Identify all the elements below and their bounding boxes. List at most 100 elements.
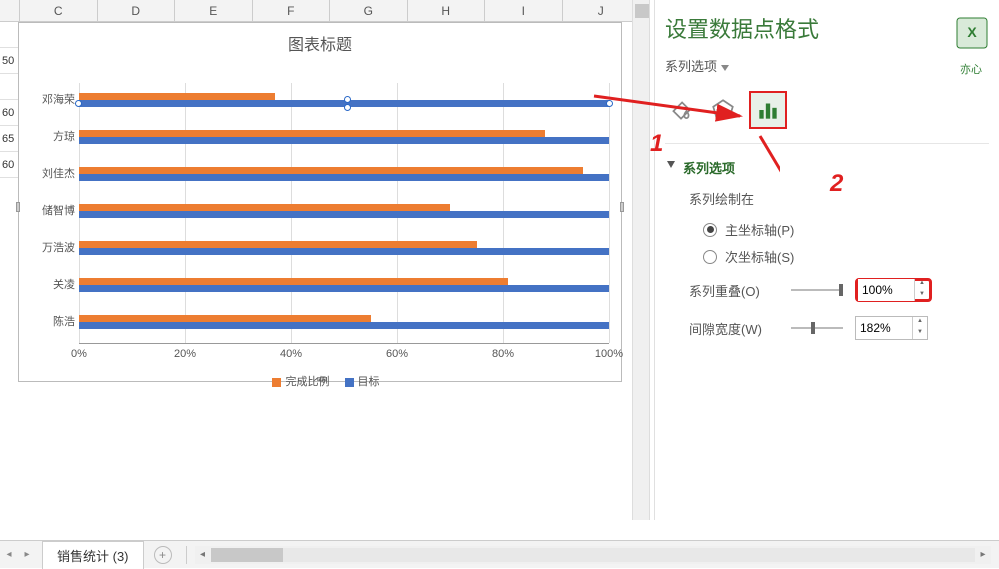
divider (665, 143, 989, 144)
gap-field[interactable] (856, 317, 912, 339)
col-hdr[interactable]: J (563, 0, 641, 21)
category-label: 储智博 (21, 202, 75, 218)
svg-text:X: X (967, 24, 977, 40)
scrollbar-thumb[interactable] (635, 4, 649, 18)
col-hdr[interactable]: C (20, 0, 98, 21)
effects-tab[interactable] (707, 94, 739, 126)
series-options-section[interactable]: 系列选项 (655, 154, 999, 187)
panel-title: 设置数据点格式 (655, 0, 999, 50)
bar-series1[interactable] (79, 278, 508, 285)
x-tick: 40% (280, 348, 302, 360)
bar-series1[interactable] (79, 315, 371, 322)
col-hdr-blank (0, 0, 20, 21)
cell[interactable] (0, 22, 18, 48)
bar-series2[interactable] (79, 322, 609, 329)
bar-series1[interactable] (79, 93, 275, 100)
chart-legend[interactable]: 完成比例 目标 (19, 373, 621, 389)
scrollbar-track[interactable] (211, 548, 975, 562)
overlap-input[interactable]: ▲ ▼ (855, 278, 932, 302)
gap-input[interactable]: ▲ ▼ (855, 316, 928, 340)
bar-series1[interactable] (79, 241, 477, 248)
chart-title[interactable]: 图表标题 (19, 23, 621, 63)
embedded-chart[interactable]: 图表标题 邓海荣 方琼 刘佳杰 储智博 (18, 22, 622, 382)
col-hdr[interactable]: I (485, 0, 563, 21)
col-hdr[interactable]: G (330, 0, 408, 21)
divider (186, 546, 187, 564)
radio-label: 主坐标轴(P) (725, 220, 794, 239)
overlap-slider[interactable] (791, 289, 843, 291)
gap-slider[interactable] (791, 327, 843, 329)
legend-label: 目标 (358, 376, 380, 388)
cell[interactable]: 60 (0, 152, 18, 178)
bar-series2[interactable] (79, 174, 609, 181)
excel-logo-icon: X 亦心 (949, 12, 993, 77)
scroll-left-icon[interactable]: ◂ (195, 547, 211, 563)
col-hdr[interactable]: E (175, 0, 253, 21)
secondary-axis-radio[interactable]: 次坐标轴(S) (655, 243, 999, 270)
x-tick: 100% (595, 348, 623, 360)
category-label: 刘佳杰 (21, 165, 75, 181)
spin-up-icon[interactable]: ▲ (913, 317, 927, 328)
gridline (609, 83, 610, 343)
cell[interactable]: 60 (0, 100, 18, 126)
fill-and-line-tab[interactable] (665, 94, 697, 126)
bar-series1[interactable] (79, 204, 450, 211)
legend-swatch-icon (272, 378, 281, 387)
cell[interactable] (0, 74, 18, 100)
bar-series2[interactable] (79, 285, 609, 292)
spin-up-icon[interactable]: ▲ (915, 279, 929, 290)
pentagon-icon (710, 97, 736, 123)
sheet-tab-bar: ◂ ▸ 销售统计 (3) + ◂ ▸ (0, 540, 999, 568)
plot-on-label: 系列绘制在 (655, 187, 999, 216)
col-hdr[interactable]: H (408, 0, 486, 21)
x-tick: 20% (174, 348, 196, 360)
slider-thumb[interactable] (839, 284, 843, 296)
radio-icon (703, 250, 717, 264)
data-point-handle[interactable] (606, 100, 613, 107)
bar-series1[interactable] (79, 167, 583, 174)
data-point-handle[interactable] (75, 100, 82, 107)
slider-thumb[interactable] (811, 322, 815, 334)
gap-width-row: 间隙宽度(W) ▲ ▼ (655, 308, 999, 346)
spin-down-icon[interactable]: ▼ (915, 290, 929, 301)
overlap-field[interactable] (858, 279, 914, 301)
x-axis[interactable] (79, 343, 609, 344)
bar-series1[interactable] (79, 130, 545, 137)
sheet-tab[interactable]: 销售统计 (3) (42, 541, 144, 569)
bar-series2[interactable] (79, 248, 609, 255)
series-options-tab[interactable] (749, 91, 787, 129)
col-hdr[interactable]: F (253, 0, 331, 21)
primary-axis-radio[interactable]: 主坐标轴(P) (655, 216, 999, 243)
x-tick: 0% (71, 348, 87, 360)
bar-series2[interactable] (79, 137, 609, 144)
tab-nav-next[interactable]: ▸ (20, 548, 34, 562)
col-hdr[interactable]: D (98, 0, 176, 21)
spin-down-icon[interactable]: ▼ (913, 328, 927, 339)
format-data-point-pane: 设置数据点格式 系列选项 系列选项 系列绘制在 主坐标轴(P) 次坐标轴(S) … (654, 0, 999, 520)
data-point-handle[interactable] (344, 104, 351, 111)
column-headers: C D E F G H I J (0, 0, 640, 22)
data-point-handle[interactable] (344, 96, 351, 103)
legend-swatch-icon (345, 378, 354, 387)
scroll-right-icon[interactable]: ▸ (975, 547, 991, 563)
bar-series2-selected[interactable] (79, 100, 609, 107)
series-overlap-row: 系列重叠(O) ▲ ▼ (655, 270, 999, 308)
vertical-scrollbar[interactable] (632, 0, 650, 520)
horizontal-scrollbar[interactable]: ◂ ▸ (195, 546, 991, 564)
overlap-label: 系列重叠(O) (689, 281, 779, 300)
bar-chart-icon (755, 97, 781, 123)
category-label: 关凌 (21, 276, 75, 292)
cell[interactable]: 50 (0, 48, 18, 74)
annotation-number-1: 1 (650, 130, 663, 158)
new-sheet-button[interactable]: + (154, 546, 172, 564)
legend-label: 完成比例 (285, 376, 329, 388)
tab-nav-prev[interactable]: ◂ (2, 548, 16, 562)
cell[interactable]: 65 (0, 126, 18, 152)
chart-resize-handle[interactable] (16, 202, 20, 212)
scrollbar-thumb[interactable] (211, 548, 283, 562)
chart-plot-area[interactable]: 邓海荣 方琼 刘佳杰 储智博 万浩波 (79, 83, 609, 343)
bar-series2[interactable] (79, 211, 609, 218)
series-options-dropdown[interactable]: 系列选项 (655, 50, 999, 91)
chart-resize-handle[interactable] (620, 202, 624, 212)
chevron-down-icon (721, 65, 729, 71)
